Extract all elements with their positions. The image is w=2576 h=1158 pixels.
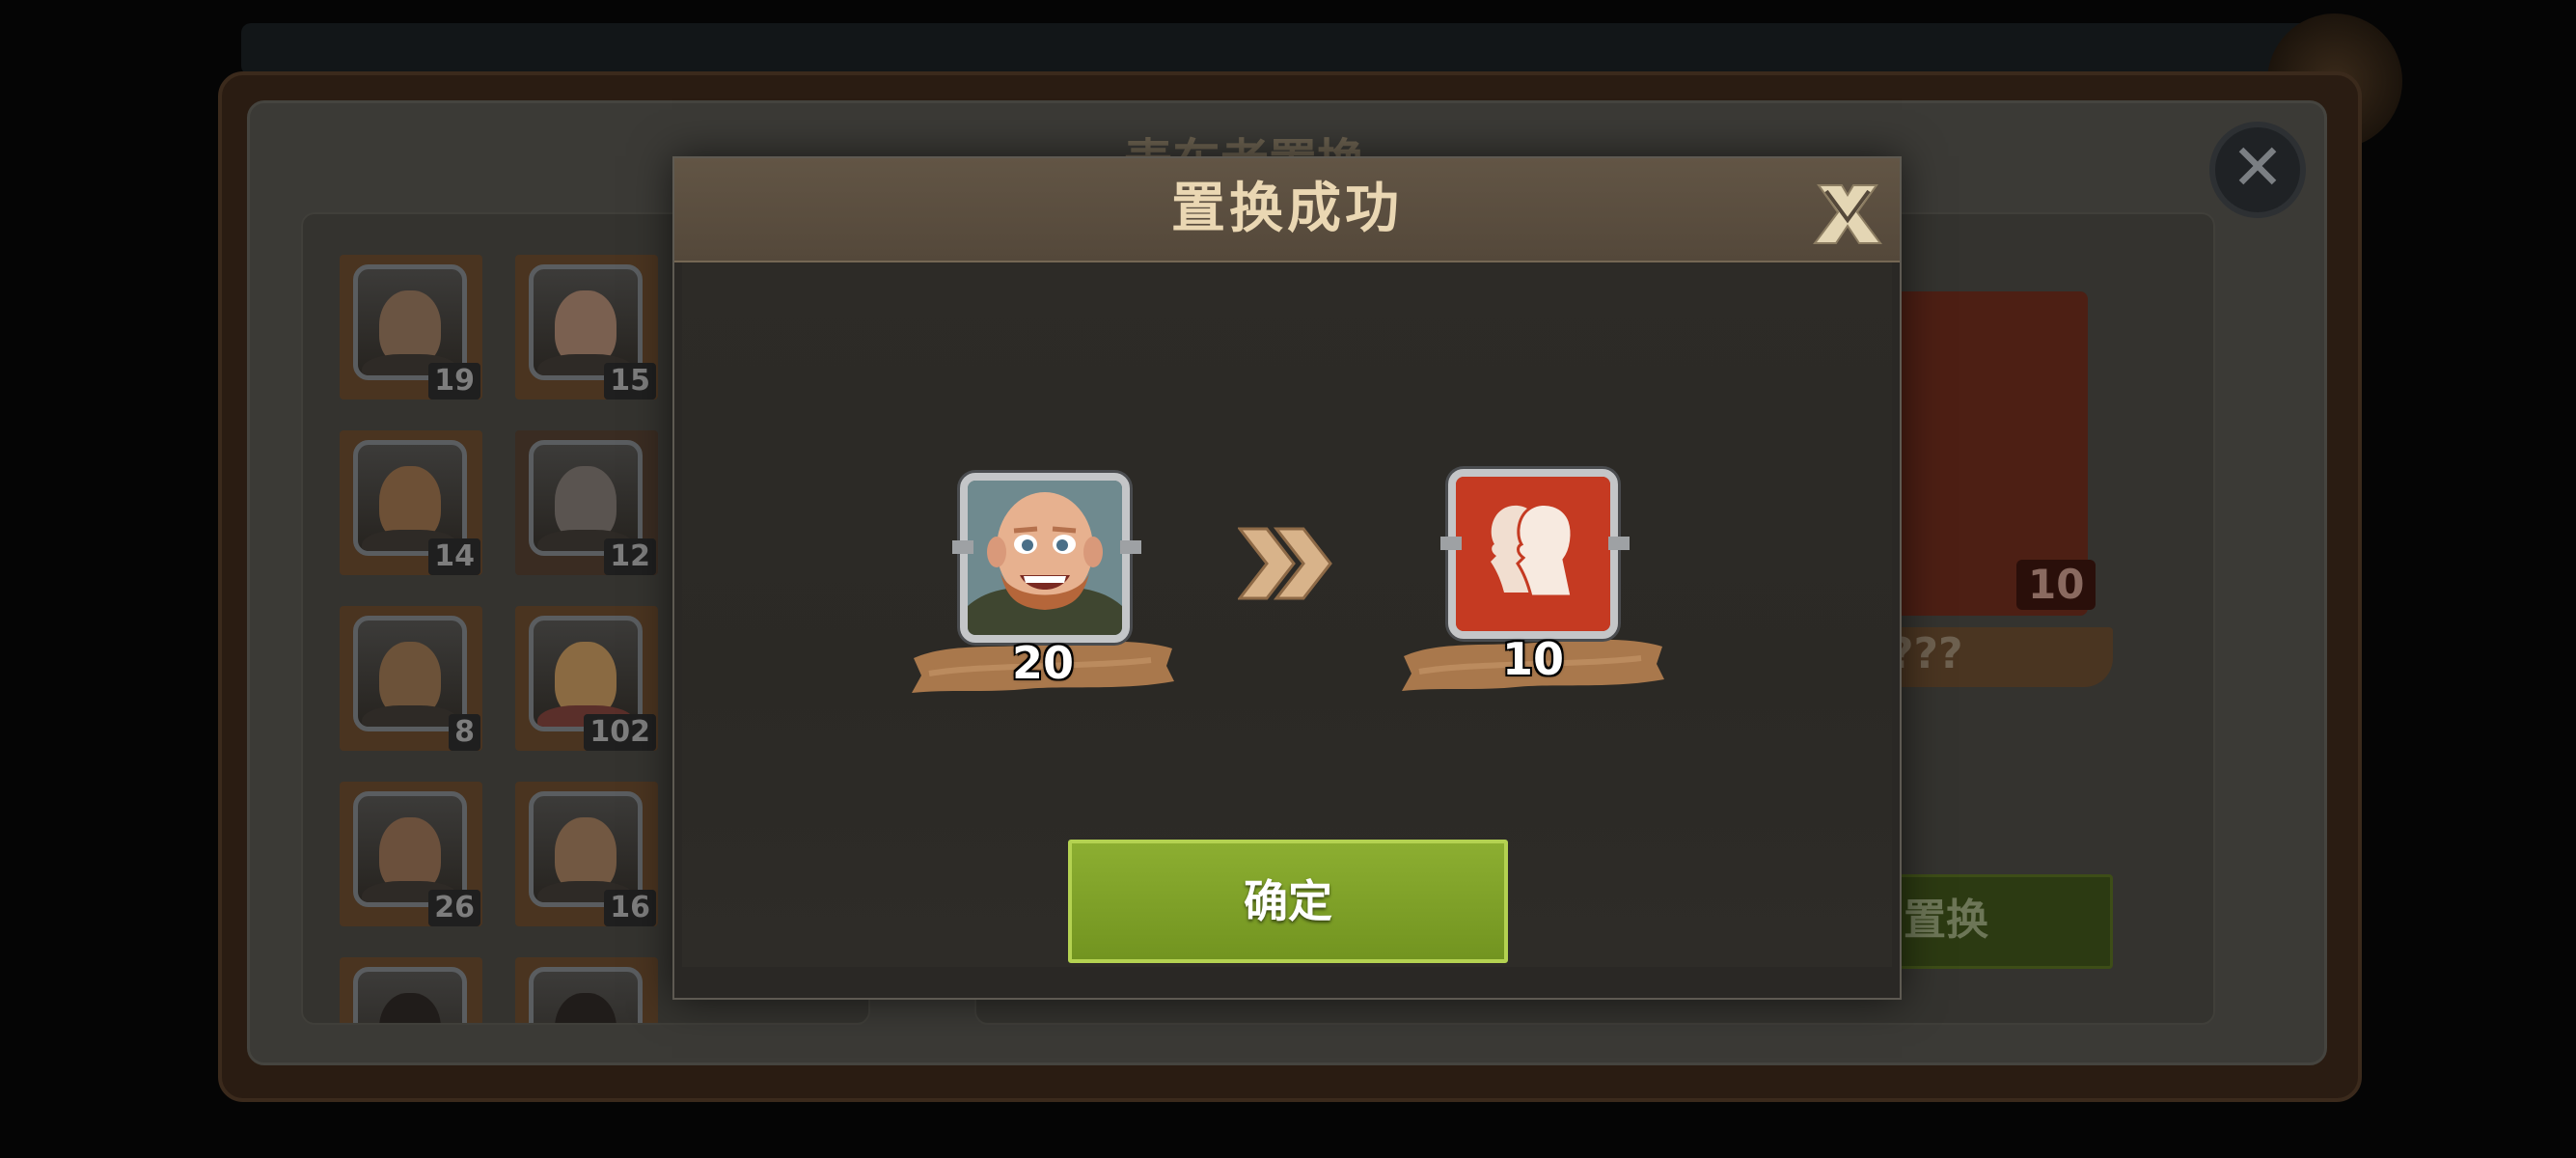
portrait-clip bbox=[1120, 540, 1141, 554]
top-bar bbox=[241, 23, 2335, 75]
hero-slot[interactable]: 14 bbox=[340, 430, 482, 575]
dialog-title: 置换成功 bbox=[1171, 178, 1403, 240]
portrait-clip bbox=[952, 540, 973, 554]
hero-count: 102 bbox=[584, 714, 656, 751]
source-count: 20 bbox=[1011, 637, 1074, 689]
double-chevron-right-icon bbox=[1236, 525, 1334, 602]
hero-count: 15 bbox=[604, 363, 656, 400]
hero-fragment-silhouette-icon bbox=[1448, 469, 1618, 639]
hero-slot[interactable]: 19 bbox=[340, 255, 482, 400]
target-count: 10 bbox=[1501, 633, 1564, 685]
hero-count: 12 bbox=[604, 538, 656, 575]
hero-portrait bbox=[529, 967, 643, 1023]
portrait-clip bbox=[1440, 537, 1462, 550]
hero-count: 14 bbox=[428, 538, 480, 575]
hero-slot[interactable]: 8 bbox=[340, 606, 482, 751]
hero-slot[interactable]: 102 bbox=[515, 606, 658, 751]
hero-slot[interactable]: 15 bbox=[515, 255, 658, 400]
swap-success-dialog: 置换成功 20 10 确定 bbox=[672, 156, 1902, 1000]
hero-portrait bbox=[353, 967, 467, 1023]
source-hero-portrait bbox=[960, 473, 1130, 643]
hero-count: 8 bbox=[449, 714, 480, 751]
hero-slot[interactable] bbox=[340, 957, 482, 1023]
background-close-icon[interactable]: ✕ bbox=[2209, 122, 2306, 218]
confirm-button[interactable]: 确定 bbox=[1068, 840, 1508, 963]
target-fragment-count: 10 bbox=[2016, 560, 2096, 610]
hero-slot[interactable]: 16 bbox=[515, 782, 658, 926]
hero-count: 16 bbox=[604, 890, 656, 926]
hero-slot[interactable]: 12 bbox=[515, 430, 658, 575]
hero-slot[interactable]: 26 bbox=[340, 782, 482, 926]
portrait-clip bbox=[1608, 537, 1630, 550]
hero-count: 19 bbox=[428, 363, 480, 400]
hero-slot[interactable] bbox=[515, 957, 658, 1023]
hero-count: 26 bbox=[428, 890, 480, 926]
close-icon[interactable] bbox=[1813, 179, 1882, 249]
